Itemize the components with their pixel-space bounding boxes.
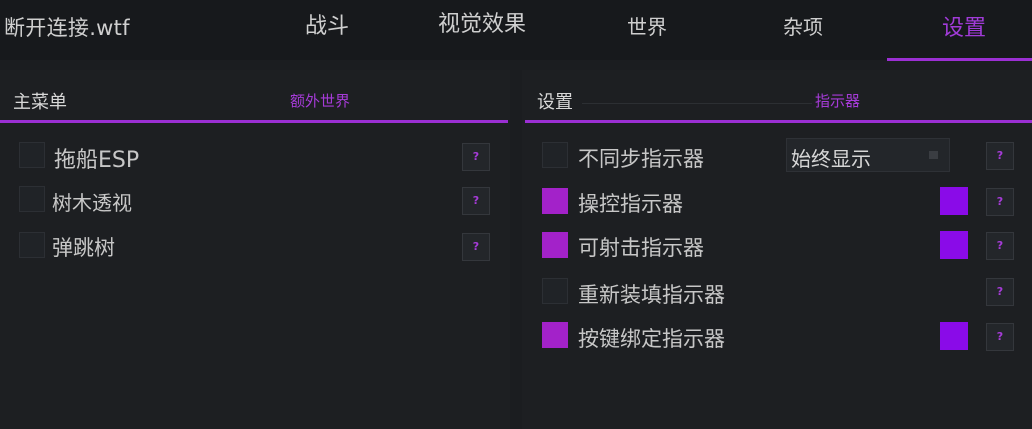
item-label: 不同步指示器: [578, 147, 704, 171]
panel-header: 主菜单 额外世界: [0, 70, 510, 123]
item-label: 重新装填指示器: [578, 283, 725, 307]
panel-title: 设置: [537, 92, 573, 113]
display-mode-dropdown[interactable]: 始终显示: [786, 138, 950, 172]
tab-world[interactable]: 世界: [627, 11, 667, 40]
panel-accent-line: [0, 120, 508, 123]
tab-combat[interactable]: 战斗: [305, 8, 349, 40]
help-button[interactable]: ?: [986, 188, 1014, 216]
item-label: 按键绑定指示器: [578, 327, 725, 351]
help-button[interactable]: ?: [462, 233, 490, 261]
divider: [582, 103, 812, 104]
help-button[interactable]: ?: [986, 142, 1014, 170]
tab-visuals[interactable]: 视觉效果: [438, 6, 526, 38]
checkbox-manipulation-indicator[interactable]: [542, 188, 568, 214]
panel-accent-line: [525, 120, 1032, 123]
checkbox-desync-indicator[interactable]: [542, 142, 568, 168]
subtab-indicators[interactable]: 指示器: [815, 90, 860, 111]
app-title: 断开连接.wtf: [4, 16, 130, 40]
list-item: 弹跳树 ?: [0, 230, 510, 264]
dropdown-arrow-icon: [929, 151, 938, 159]
top-bar: 断开连接.wtf 战斗 视觉效果 世界 杂项 设置: [0, 0, 1032, 61]
color-swatch[interactable]: [940, 187, 968, 215]
color-swatch[interactable]: [940, 322, 968, 350]
checkbox-bounce-tree[interactable]: [19, 232, 45, 258]
tab-misc[interactable]: 杂项: [783, 11, 823, 40]
item-label: 拖船ESP: [54, 148, 140, 173]
help-button[interactable]: ?: [986, 323, 1014, 351]
item-label: 可射击指示器: [578, 236, 704, 260]
checkbox-tree-xray[interactable]: [19, 186, 45, 212]
checkbox-boat-esp[interactable]: [19, 142, 45, 168]
subtab-extra-world[interactable]: 额外世界: [290, 90, 350, 111]
checkbox-reload-indicator[interactable]: [542, 278, 568, 304]
checkbox-shootable-indicator[interactable]: [542, 232, 568, 258]
checkbox-keybind-indicator[interactable]: [542, 322, 568, 348]
panel-title: 主菜单: [13, 92, 67, 113]
tab-settings[interactable]: 设置: [942, 10, 986, 42]
list-item: 拖船ESP ?: [0, 140, 510, 174]
item-label: 操控指示器: [578, 192, 683, 216]
dropdown-value: 始终显示: [791, 147, 871, 171]
color-swatch[interactable]: [940, 231, 968, 259]
help-button[interactable]: ?: [462, 143, 490, 171]
item-label: 弹跳树: [52, 236, 115, 260]
active-tab-indicator: [887, 58, 1032, 61]
list-item: 树木透视 ?: [0, 184, 510, 218]
help-button[interactable]: ?: [986, 278, 1014, 306]
panel-header: 设置 指示器: [522, 70, 1032, 123]
item-label: 树木透视: [52, 191, 132, 215]
help-button[interactable]: ?: [462, 187, 490, 215]
help-button[interactable]: ?: [986, 232, 1014, 260]
